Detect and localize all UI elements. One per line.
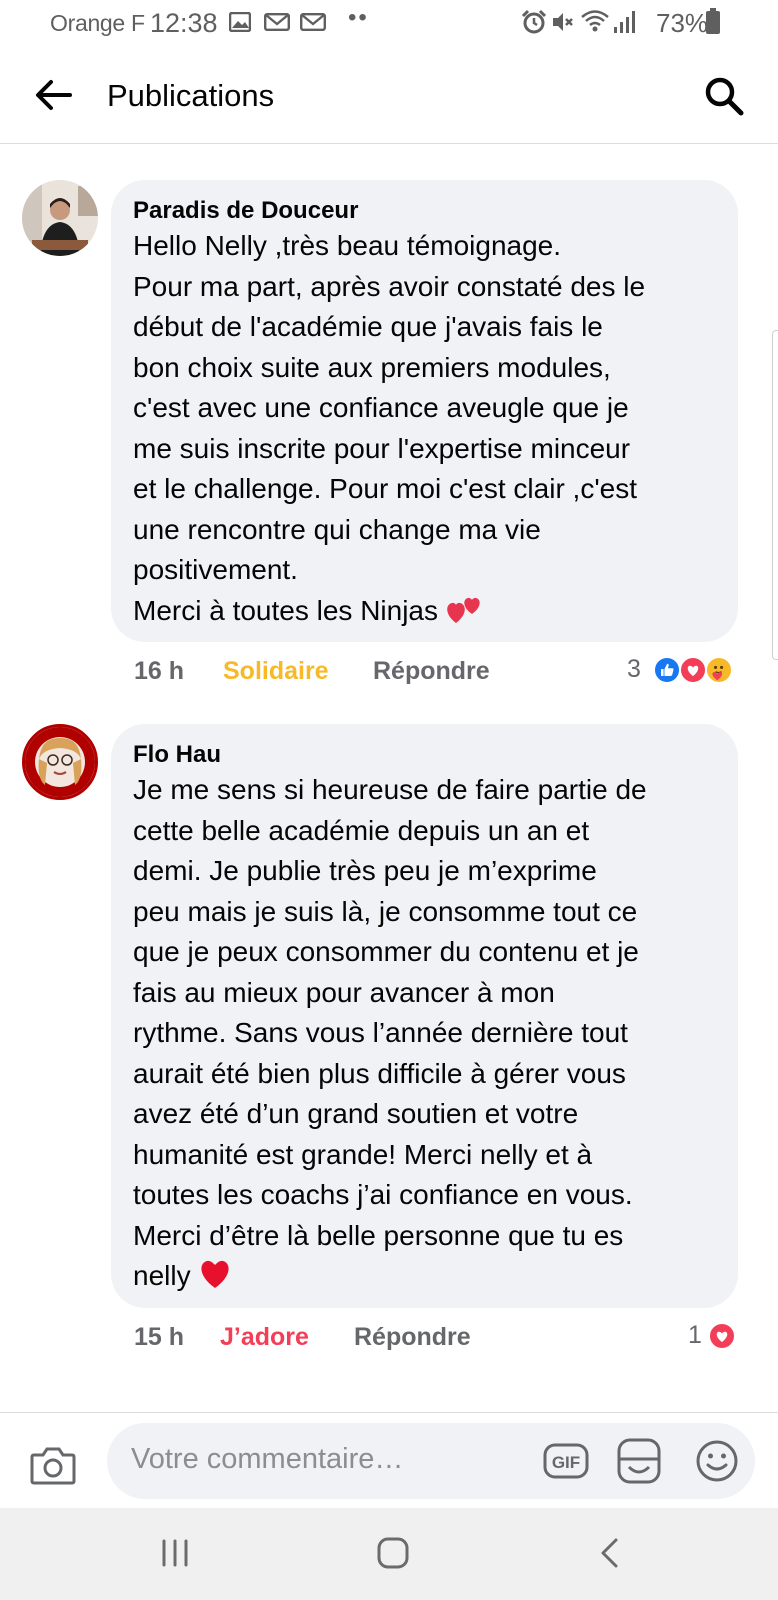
two-hearts-icon	[447, 597, 480, 623]
reply-button[interactable]: Répondre	[354, 1323, 471, 1352]
gallery-icon	[229, 12, 251, 32]
comment-time: 15 h	[134, 1323, 185, 1351]
avatar[interactable]	[22, 724, 98, 800]
comment-input[interactable]: Votre commentaire… GIF	[107, 1423, 755, 1499]
reaction-count: 1	[688, 1321, 702, 1349]
battery-percent: 73%	[656, 8, 709, 38]
camera-icon[interactable]	[30, 1445, 76, 1485]
wifi-icon	[581, 10, 609, 32]
alarm-icon	[521, 9, 547, 34]
gif-button[interactable]: GIF	[543, 1441, 589, 1481]
comment-time: 16 h	[134, 657, 185, 685]
comment-input-placeholder: Votre commentaire…	[131, 1443, 404, 1475]
comment-composer: Votre commentaire… GIF	[0, 1412, 778, 1508]
like-icon	[653, 656, 681, 684]
scrollbar[interactable]	[772, 330, 778, 660]
system-nav-bar	[0, 1508, 778, 1600]
carrier-name: Orange F	[50, 10, 145, 36]
status-bar: Orange F 12:38 •• 73%	[0, 0, 778, 46]
back-icon[interactable]	[598, 1537, 622, 1569]
emoji-icon[interactable]	[695, 1439, 739, 1483]
comment-author[interactable]: Paradis de Douceur	[133, 196, 716, 226]
reaction-count: 3	[627, 655, 641, 683]
gmail-icon	[264, 13, 290, 31]
love-icon	[679, 656, 707, 684]
love-icon	[708, 1322, 736, 1350]
gmail-icon	[300, 13, 326, 31]
reply-button[interactable]: Répondre	[373, 657, 490, 686]
reaction-summary[interactable]: 1	[688, 1321, 748, 1351]
clock: 12:38	[150, 8, 218, 38]
comment-bubble: Flo Hau Je me sens si heureuse de faire …	[111, 724, 738, 1308]
home-icon[interactable]	[376, 1536, 410, 1570]
care-icon	[705, 656, 733, 684]
reaction-button[interactable]: J’adore	[220, 1323, 309, 1352]
gif-label: GIF	[552, 1453, 580, 1472]
battery-icon	[706, 8, 720, 34]
recent-apps-icon[interactable]	[160, 1538, 190, 1568]
reaction-summary[interactable]: 3	[627, 655, 747, 685]
mute-icon	[553, 13, 573, 31]
page-title: Publications	[107, 78, 275, 113]
back-arrow-icon[interactable]	[34, 78, 72, 112]
sticker-icon[interactable]	[616, 1437, 662, 1485]
more-dots-icon: ••	[348, 4, 369, 31]
comment-author[interactable]: Flo Hau	[133, 740, 716, 770]
search-icon[interactable]	[704, 76, 744, 116]
red-heart-icon	[201, 1260, 229, 1288]
reaction-button[interactable]: Solidaire	[223, 657, 329, 686]
avatar-photo	[22, 180, 98, 256]
comment-text: Je me sens si heureuse de faire partie d…	[133, 774, 647, 1291]
comment-text: Hello Nelly ,très beau témoignage. Pour …	[133, 230, 646, 626]
avatar[interactable]	[22, 180, 98, 256]
avatar-photo	[25, 727, 95, 797]
app-bar: Publications	[0, 46, 778, 186]
comment-bubble: Paradis de Douceur Hello Nelly ,très bea…	[111, 180, 738, 642]
signal-icon	[614, 11, 635, 33]
comment-actions: 15 h J’adore Répondre	[134, 1323, 734, 1355]
gif-icon: GIF	[543, 1443, 589, 1479]
